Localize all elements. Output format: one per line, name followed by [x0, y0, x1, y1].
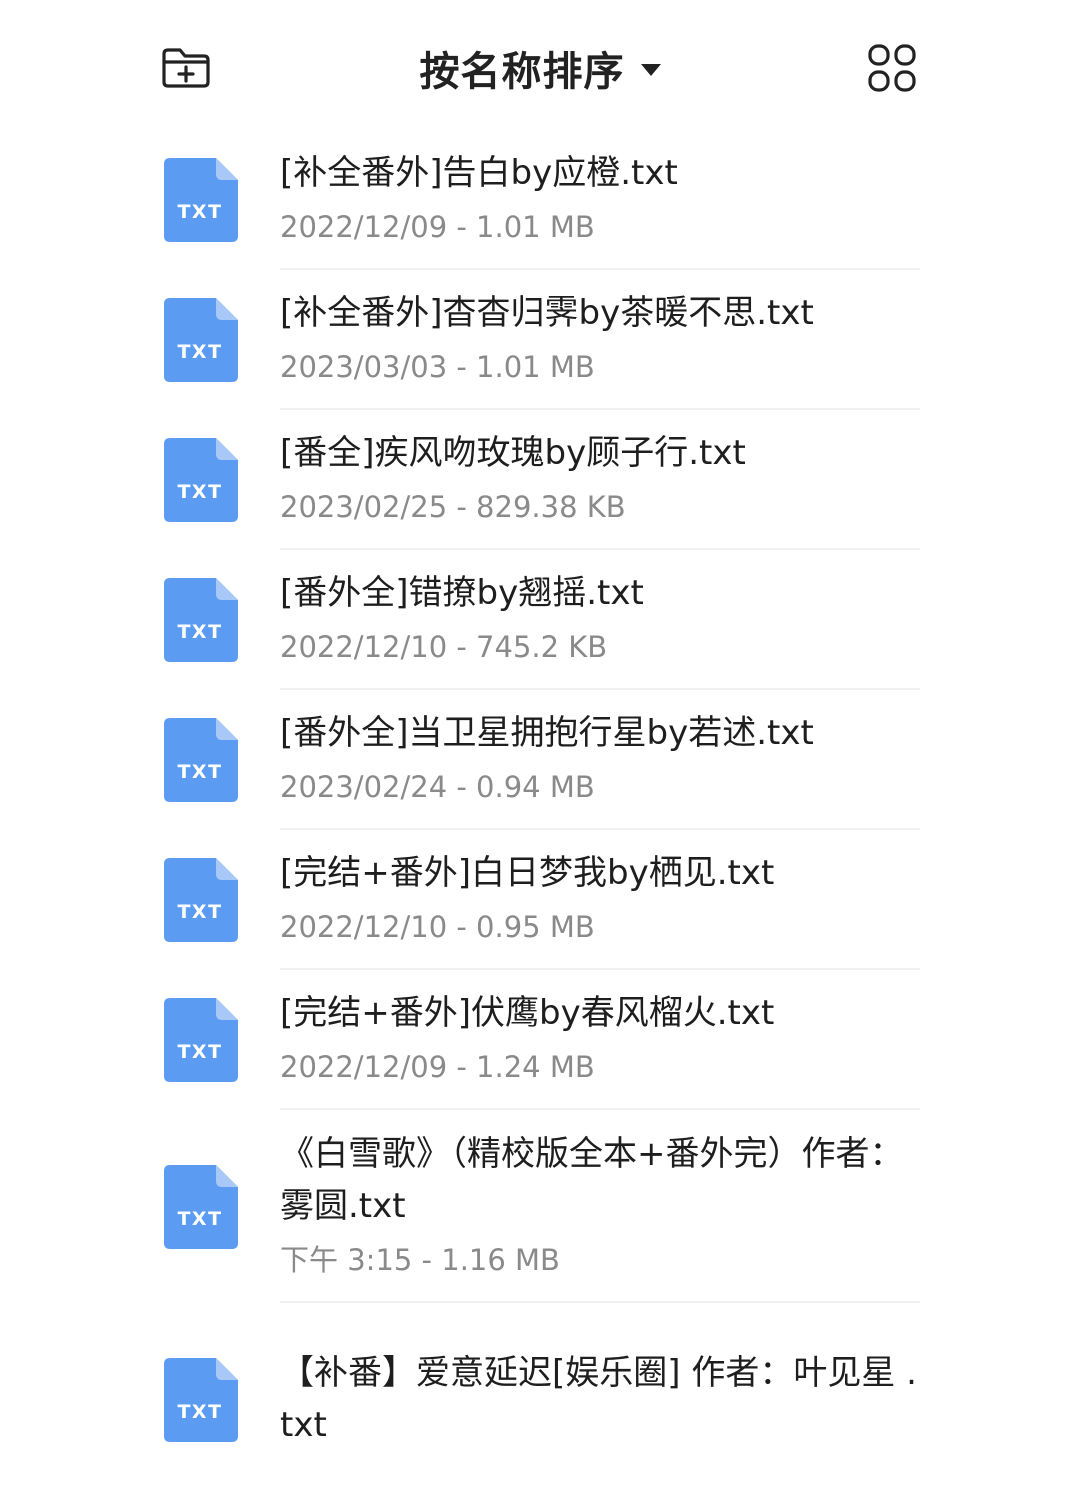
- txt-file-icon: TXT: [164, 1358, 238, 1442]
- file-row-5[interactable]: TXT [番外全]当卫星拥抱行星by若述.txt 2023/02/24 - 0.…: [0, 690, 1080, 830]
- txt-file-icon: TXT: [164, 718, 238, 802]
- file-meta: 2023/03/03 - 1.01 MB: [280, 350, 595, 384]
- top-bar: 按名称排序: [0, 0, 1080, 140]
- file-row-6[interactable]: TXT [完结+番外]白日梦我by栖见.txt 2022/12/10 - 0.9…: [0, 830, 1080, 970]
- file-info: [番外全]错撩by翘摇.txt 2022/12/10 - 745.2 KB: [280, 550, 920, 690]
- file-name: [番外全]当卫星拥抱行星by若述.txt: [280, 713, 814, 753]
- grid-view-button[interactable]: [862, 38, 922, 98]
- file-name: [补全番外]杳杳归霁by茶暖不思.txt: [280, 293, 814, 333]
- svg-text:TXT: TXT: [177, 1401, 222, 1423]
- txt-file-icon: TXT: [164, 858, 238, 942]
- file-row-7[interactable]: TXT [完结+番外]伏鹰by春风榴火.txt 2022/12/09 - 1.2…: [0, 970, 1080, 1110]
- txt-file-icon: TXT: [164, 158, 238, 242]
- chevron-down-icon: [640, 64, 661, 76]
- file-info: [补全番外]杳杳归霁by茶暖不思.txt 2023/03/03 - 1.01 M…: [280, 270, 920, 410]
- file-name: 《白雪歌》（精校版全本+番外完）作者：雾圆.txt: [280, 1133, 904, 1226]
- file-meta: 2023/02/25 - 829.38 KB: [280, 490, 626, 524]
- txt-file-icon: TXT: [164, 1165, 238, 1249]
- file-meta: 2022/12/10 - 0.95 MB: [280, 910, 595, 944]
- grid-view-icon: [868, 44, 916, 92]
- svg-text:TXT: TXT: [177, 341, 222, 363]
- file-name: [完结+番外]白日梦我by栖见.txt: [280, 853, 775, 893]
- file-name: 【补番】爱意延迟[娱乐圈] 作者：叶见星 .txt: [280, 1352, 917, 1445]
- svg-text:TXT: TXT: [177, 1041, 222, 1063]
- file-info: [完结+番外]伏鹰by春风榴火.txt 2022/12/09 - 1.24 MB: [280, 970, 920, 1110]
- svg-text:TXT: TXT: [177, 621, 222, 643]
- sort-dropdown[interactable]: 按名称排序: [330, 38, 750, 98]
- file-name: [番外全]错撩by翘摇.txt: [280, 573, 644, 613]
- file-meta: 2022/12/09 - 1.01 MB: [280, 210, 595, 244]
- new-folder-icon: [162, 48, 210, 88]
- svg-text:TXT: TXT: [177, 901, 222, 923]
- file-row-2[interactable]: TXT [补全番外]杳杳归霁by茶暖不思.txt 2023/03/03 - 1.…: [0, 270, 1080, 410]
- file-info: [番全]疾风吻玫瑰by顾子行.txt 2023/02/25 - 829.38 K…: [280, 410, 920, 550]
- sort-label: 按名称排序: [419, 49, 625, 95]
- file-meta: 2022/12/09 - 1.24 MB: [280, 1050, 595, 1084]
- file-info: 《白雪歌》（精校版全本+番外完）作者：雾圆.txt 下午 3:15 - 1.16…: [280, 1110, 920, 1303]
- svg-text:TXT: TXT: [177, 761, 222, 783]
- file-row-4[interactable]: TXT [番外全]错撩by翘摇.txt 2022/12/10 - 745.2 K…: [0, 550, 1080, 690]
- file-info: [完结+番外]白日梦我by栖见.txt 2022/12/10 - 0.95 MB: [280, 830, 920, 970]
- file-name: [补全番外]告白by应橙.txt: [280, 153, 678, 193]
- file-info: 【补番】爱意延迟[娱乐圈] 作者：叶见星 .txt: [280, 1303, 920, 1496]
- file-row-3[interactable]: TXT [番全]疾风吻玫瑰by顾子行.txt 2023/02/25 - 829.…: [0, 410, 1080, 550]
- svg-text:TXT: TXT: [177, 1208, 222, 1230]
- file-info: [番外全]当卫星拥抱行星by若述.txt 2023/02/24 - 0.94 M…: [280, 690, 920, 830]
- file-meta: 下午 3:15 - 1.16 MB: [280, 1242, 560, 1277]
- txt-file-icon: TXT: [164, 438, 238, 522]
- file-name: [番全]疾风吻玫瑰by顾子行.txt: [280, 433, 746, 473]
- new-folder-button[interactable]: [156, 38, 216, 98]
- file-list: TXT [补全番外]告白by应橙.txt 2022/12/09 - 1.01 M…: [0, 130, 1080, 1496]
- txt-file-icon: TXT: [164, 578, 238, 662]
- file-row-8[interactable]: TXT 《白雪歌》（精校版全本+番外完）作者：雾圆.txt 下午 3:15 - …: [0, 1110, 1080, 1303]
- txt-file-icon: TXT: [164, 298, 238, 382]
- file-row-9[interactable]: TXT 【补番】爱意延迟[娱乐圈] 作者：叶见星 .txt: [0, 1303, 1080, 1496]
- file-row-1[interactable]: TXT [补全番外]告白by应橙.txt 2022/12/09 - 1.01 M…: [0, 130, 1080, 270]
- svg-text:TXT: TXT: [177, 481, 222, 503]
- file-meta: 2023/02/24 - 0.94 MB: [280, 770, 595, 804]
- file-info: [补全番外]告白by应橙.txt 2022/12/09 - 1.01 MB: [280, 130, 920, 270]
- svg-text:TXT: TXT: [177, 201, 222, 223]
- file-meta: 2022/12/10 - 745.2 KB: [280, 630, 608, 664]
- file-name: [完结+番外]伏鹰by春风榴火.txt: [280, 993, 775, 1033]
- txt-file-icon: TXT: [164, 998, 238, 1082]
